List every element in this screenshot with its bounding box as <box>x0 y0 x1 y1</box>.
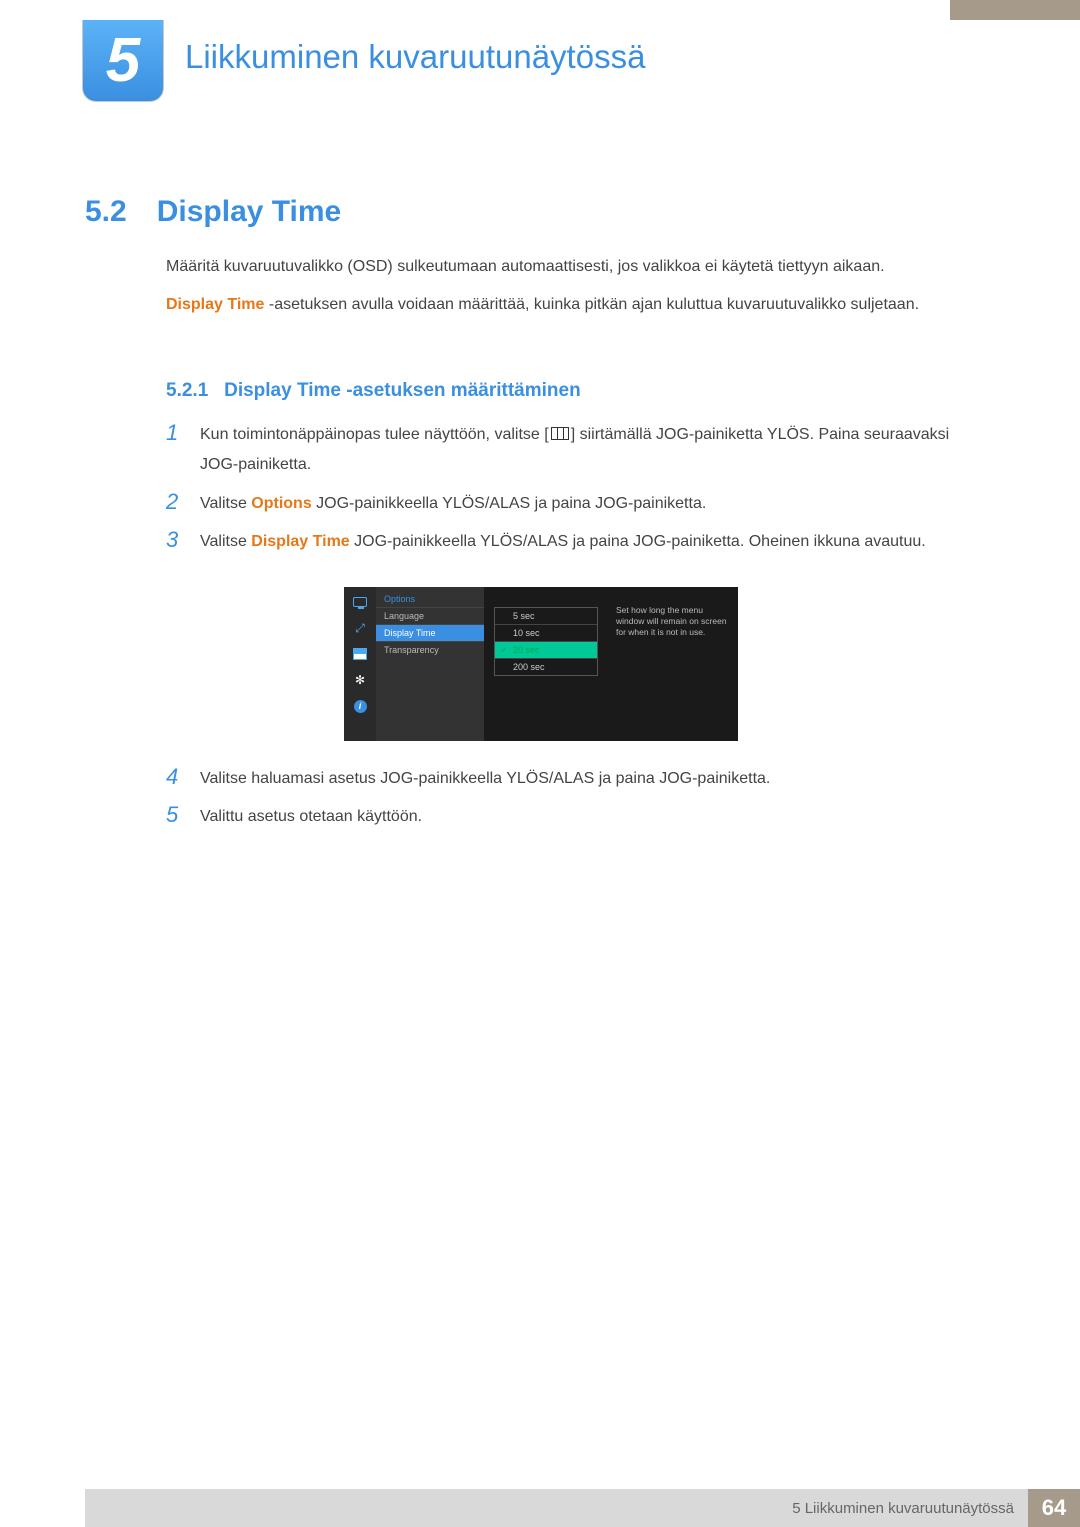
page-number: 64 <box>1028 1489 1080 1527</box>
steps-upper: 1 Kun toimintonäppäinopas tulee näyttöön… <box>166 420 990 566</box>
step-5-number: 5 <box>166 802 184 828</box>
step-3-text: Valitse Display Time JOG-painikkeella YL… <box>200 527 990 557</box>
step-4: 4 Valitse haluamasi asetus JOG-painikkee… <box>166 764 990 794</box>
step-5-text: Valittu asetus otetaan käyttöön. <box>200 802 990 832</box>
step-1-text: Kun toimintonäppäinopas tulee näyttöön, … <box>200 420 990 481</box>
menu-icon <box>551 427 569 440</box>
display-time-step-highlight: Display Time <box>251 533 349 550</box>
step-5: 5 Valittu asetus otetaan käyttöön. <box>166 802 990 832</box>
step-1-number: 1 <box>166 420 184 446</box>
step-3-number: 3 <box>166 527 184 553</box>
step-1: 1 Kun toimintonäppäinopas tulee näyttöön… <box>166 420 990 481</box>
osd-opt-20sec: 20 sec <box>495 642 597 659</box>
section-title: Display Time <box>157 195 342 229</box>
subsection-heading: 5.2.1 Display Time -asetuksen määrittämi… <box>166 380 581 402</box>
subsection-number: 5.2.1 <box>166 380 208 401</box>
section-number: 5.2 <box>85 195 127 229</box>
osd-screenshot: ⤢ ✻ i Options Language Display Time Tran… <box>344 587 738 741</box>
step-4-text: Valitse haluamasi asetus JOG-painikkeell… <box>200 764 990 794</box>
osd-item-transparency: Transparency <box>376 641 484 658</box>
monitor-icon <box>350 593 370 611</box>
info-icon: i <box>350 697 370 715</box>
intro-paragraph-2: Display Time -asetuksen avulla voidaan m… <box>166 292 990 318</box>
footer-text: 5 Liikkuminen kuvaruutunäytössä <box>792 1500 1028 1517</box>
chapter-title: Liikkuminen kuvaruutunäytössä <box>185 38 645 76</box>
osd-opt-10sec: 10 sec <box>495 625 597 642</box>
osd-opt-200sec: 200 sec <box>495 659 597 675</box>
display-time-highlight: Display Time <box>166 296 264 313</box>
options-highlight: Options <box>251 495 311 512</box>
step-3: 3 Valitse Display Time JOG-painikkeella … <box>166 527 990 557</box>
osd-menu-header: Options <box>376 591 484 607</box>
osd-menu-column: Options Language Display Time Transparen… <box>376 587 484 741</box>
resize-icon: ⤢ <box>350 619 370 637</box>
step-2: 2 Valitse Options JOG-painikkeella YLÖS/… <box>166 489 990 519</box>
osd-item-language: Language <box>376 607 484 624</box>
osd-description: Set how long the menu window will remain… <box>608 587 738 741</box>
top-accent-bar <box>950 0 1080 20</box>
list-icon <box>350 645 370 663</box>
osd-item-display-time: Display Time <box>376 624 484 641</box>
steps-lower: 4 Valitse haluamasi asetus JOG-painikkee… <box>166 764 990 841</box>
osd-opt-5sec: 5 sec <box>495 608 597 625</box>
osd-option-list: 5 sec 10 sec 20 sec 200 sec <box>494 607 598 676</box>
section-heading: 5.2 Display Time <box>85 195 341 229</box>
osd-options-column: 5 sec 10 sec 20 sec 200 sec <box>484 587 608 741</box>
subsection-title: Display Time -asetuksen määrittäminen <box>224 380 581 401</box>
intro-paragraph-1: Määritä kuvaruutuvalikko (OSD) sulkeutum… <box>166 254 990 280</box>
gear-icon: ✻ <box>350 671 370 689</box>
chapter-number-badge: 5 <box>82 20 164 102</box>
step-4-number: 4 <box>166 764 184 790</box>
footer: 5 Liikkuminen kuvaruutunäytössä 64 <box>85 1489 1080 1527</box>
osd-sidebar: ⤢ ✻ i <box>344 587 376 741</box>
step-2-number: 2 <box>166 489 184 515</box>
intro-paragraph-2-rest: -asetuksen avulla voidaan määrittää, kui… <box>264 296 919 313</box>
step-2-text: Valitse Options JOG-painikkeella YLÖS/AL… <box>200 489 990 519</box>
